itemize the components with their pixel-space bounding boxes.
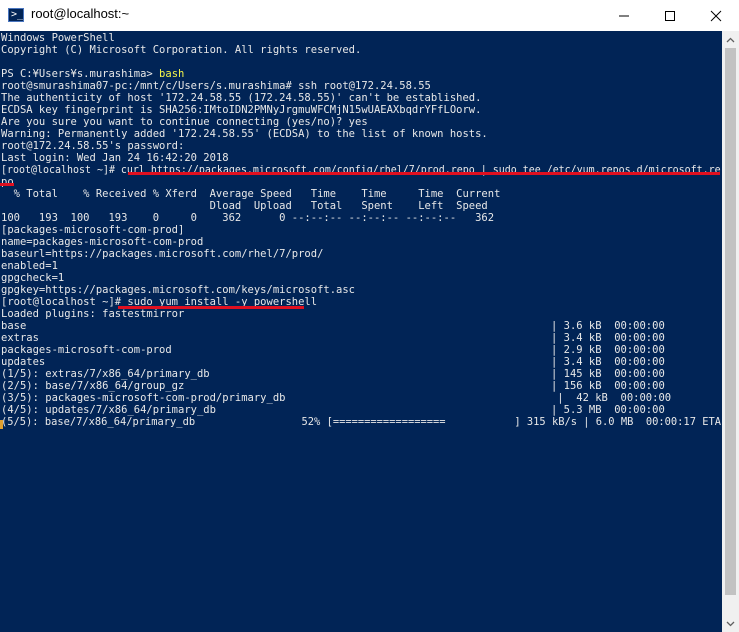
console-line: Copyright (C) Microsoft Corporation. All… bbox=[1, 44, 362, 56]
console-line: name=packages-microsoft-com-prod bbox=[1, 236, 204, 248]
annotation-underline bbox=[128, 172, 720, 175]
console-line: The authenticity of host '172.24.58.55 (… bbox=[1, 92, 482, 104]
close-icon bbox=[710, 10, 722, 21]
terminal-window: >_ root@localhost:~ Windows PowerShell C… bbox=[0, 0, 739, 632]
console-line: base | 3.6 kB 00:00:00 bbox=[1, 320, 665, 332]
console-line: 100 193 100 193 0 0 362 0 --:--:-- --:--… bbox=[1, 212, 495, 224]
ps-command: bash bbox=[159, 68, 185, 80]
scroll-up-button[interactable] bbox=[722, 31, 739, 48]
console-line: enabled=1 bbox=[1, 260, 58, 272]
console-line: % Total % Received % Xferd Average Speed… bbox=[1, 188, 501, 200]
console-line: Windows PowerShell bbox=[1, 32, 115, 44]
annotation-underline bbox=[0, 183, 14, 186]
terminal-cursor bbox=[0, 420, 3, 429]
title-bar[interactable]: >_ root@localhost:~ bbox=[0, 0, 739, 31]
console-line: root@172.24.58.55's password: bbox=[1, 140, 185, 152]
console-line: (2/5): base/7/x86_64/group_gz | 156 kB 0… bbox=[1, 380, 665, 392]
console-line: Loaded plugins: fastestmirror bbox=[1, 308, 185, 320]
close-button[interactable] bbox=[693, 0, 739, 31]
maximize-icon bbox=[665, 10, 675, 21]
chevron-up-icon bbox=[726, 37, 735, 42]
console-line: Warning: Permanently added '172.24.58.55… bbox=[1, 128, 488, 140]
console-line: Last login: Wed Jan 24 16:42:20 2018 bbox=[1, 152, 229, 164]
console-line: updates | 3.4 kB 00:00:00 bbox=[1, 356, 665, 368]
console-line: gpgcheck=1 bbox=[1, 272, 65, 284]
console-line: (4/5): updates/7/x86_64/primary_db | 5.3… bbox=[1, 404, 665, 416]
console-line: [packages-microsoft-com-prod] bbox=[1, 224, 185, 236]
console-line: baseurl=https://packages.microsoft.com/r… bbox=[1, 248, 324, 260]
console-line-ps-prompt: PS C:¥Users¥s.murashima> bash bbox=[1, 68, 184, 80]
console-line: Dload Upload Total Spent Left Speed bbox=[1, 200, 488, 212]
powershell-icon: >_ bbox=[8, 8, 24, 22]
console-output[interactable]: Windows PowerShell Copyright (C) Microso… bbox=[0, 31, 722, 632]
console-line: (1/5): extras/7/x86_64/primary_db | 145 … bbox=[1, 368, 665, 380]
minimize-button[interactable] bbox=[601, 0, 647, 31]
scrollbar-thumb[interactable] bbox=[725, 48, 736, 595]
console-line-progress: (5/5): base/7/x86_64/primary_db 52% [===… bbox=[1, 416, 722, 428]
chevron-down-icon bbox=[726, 621, 735, 626]
console-line: Are you sure you want to continue connec… bbox=[1, 116, 368, 128]
vertical-scrollbar[interactable] bbox=[722, 31, 739, 632]
console-line: extras | 3.4 kB 00:00:00 bbox=[1, 332, 665, 344]
console-line: po bbox=[1, 176, 14, 188]
minimize-icon bbox=[619, 15, 629, 16]
scroll-down-button[interactable] bbox=[722, 615, 739, 632]
console-line: (3/5): packages-microsoft-com-prod/prima… bbox=[1, 392, 672, 404]
maximize-button[interactable] bbox=[647, 0, 693, 31]
console-line: ECDSA key fingerprint is SHA256:IMtoIDN2… bbox=[1, 104, 482, 116]
console-line: root@smurashima07-pc:/mnt/c/Users/s.mura… bbox=[1, 80, 431, 92]
console-line: packages-microsoft-com-prod | 2.9 kB 00:… bbox=[1, 344, 665, 356]
ps-prompt: PS C:¥Users¥s.murashima> bbox=[1, 68, 160, 80]
window-title: root@localhost:~ bbox=[31, 6, 130, 21]
console-line: gpgkey=https://packages.microsoft.com/ke… bbox=[1, 284, 356, 296]
annotation-underline bbox=[118, 306, 304, 309]
